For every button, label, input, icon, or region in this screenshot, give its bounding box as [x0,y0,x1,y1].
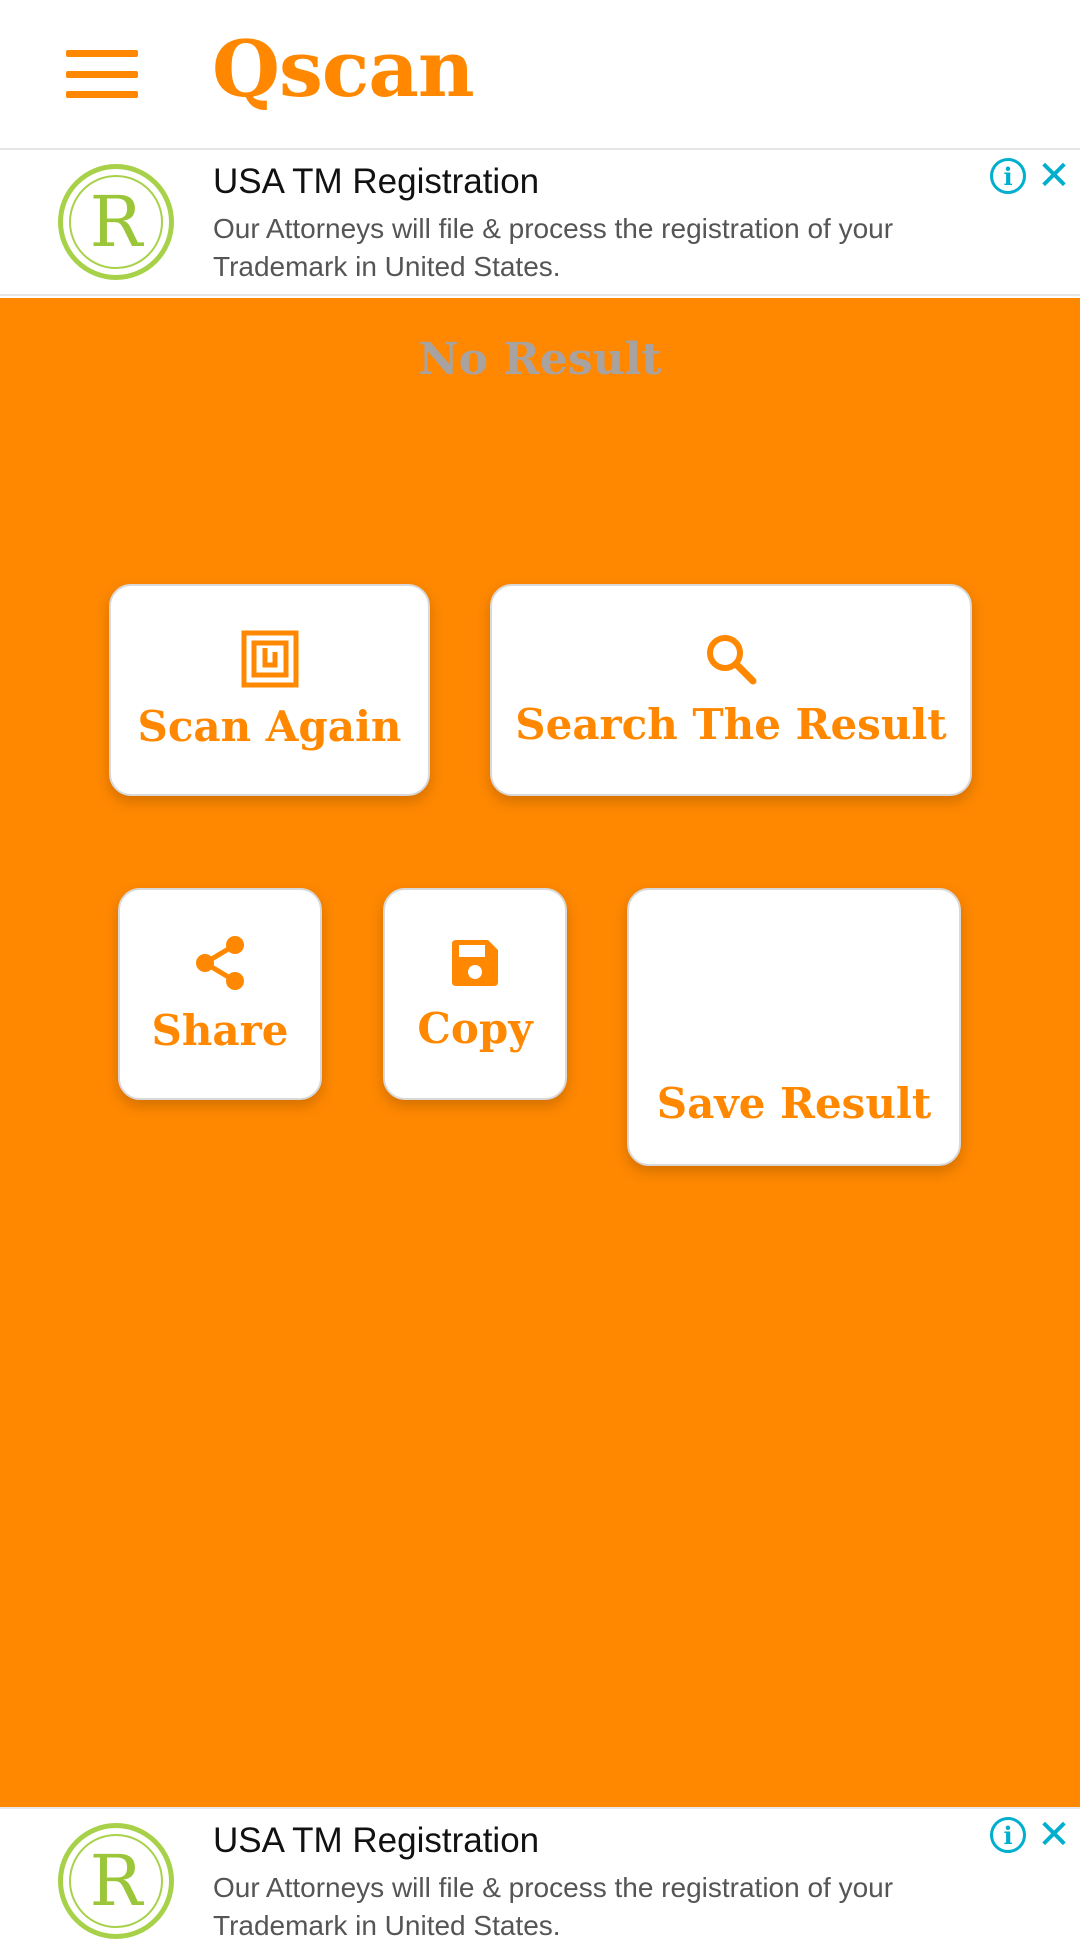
main-content: No Result Scan Again Search The Result S… [0,298,1080,1807]
search-result-button[interactable]: Search The Result [490,584,972,796]
ad-close-icon[interactable]: ✕ [1036,156,1072,196]
ad-title: USA TM Registration [213,162,540,201]
ad-info-icon[interactable]: i [990,158,1026,194]
ad-title: USA TM Registration [213,1821,540,1860]
scan-icon [241,630,298,687]
app-title: Qscan [212,24,475,115]
share-button[interactable]: Share [118,888,322,1100]
share-label: Share [151,1005,289,1055]
result-text: No Result [418,334,662,385]
ad-logo-letter: R [69,1834,163,1928]
menu-bar-line [66,50,138,57]
save-result-label: Save Result [656,1079,932,1128]
menu-bar-line [66,91,138,98]
share-icon [196,935,244,990]
ad-logo: R [58,164,174,280]
ad-banner-top[interactable]: R USA TM Registration Our Attorneys will… [0,148,1080,296]
ad-body: Our Attorneys will file & process the re… [213,213,894,282]
ad-logo-letter: R [69,175,163,269]
app-bar: Qscan [0,0,1080,148]
ad-body: Our Attorneys will file & process the re… [213,1872,894,1941]
ad-close-icon[interactable]: ✕ [1036,1815,1072,1855]
search-icon [707,634,757,684]
ad-banner-bottom[interactable]: R USA TM Registration Our Attorneys will… [0,1807,1080,1955]
scan-again-label: Scan Again [137,701,402,751]
search-result-label: Search The Result [515,699,947,749]
ad-logo: R [58,1823,174,1939]
save-result-button[interactable]: Save Result [627,888,961,1166]
ad-info-icon[interactable]: i [990,1817,1026,1853]
hamburger-menu-icon[interactable] [62,44,142,104]
menu-bar-line [66,70,138,78]
scan-again-button[interactable]: Scan Again [109,584,430,796]
copy-label: Copy [417,1003,533,1053]
copy-button[interactable]: Copy [383,888,567,1100]
floppy-disk-icon [452,939,498,986]
